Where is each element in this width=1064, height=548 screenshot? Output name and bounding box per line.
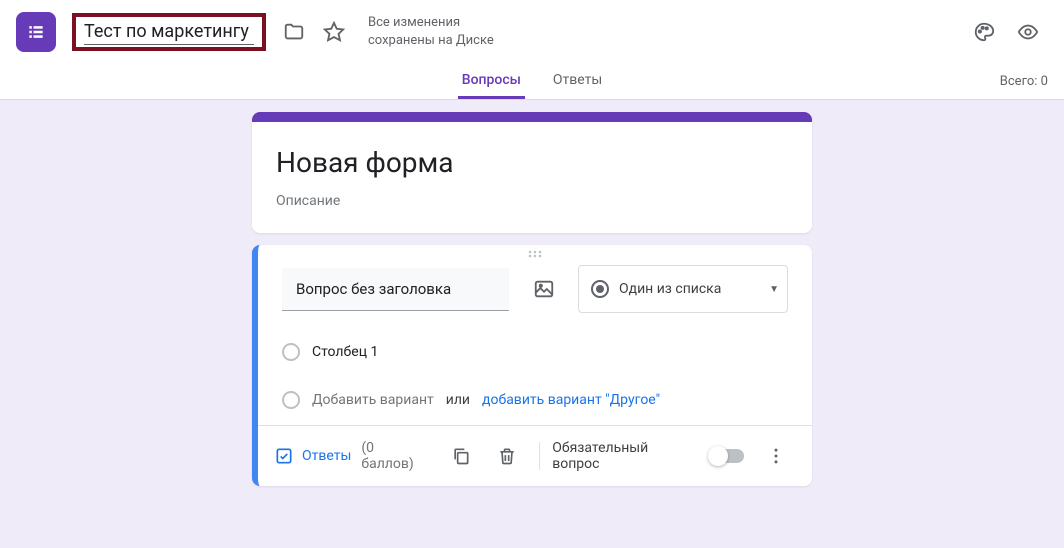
required-label: Обязательный вопрос	[552, 440, 698, 472]
folder-icon	[283, 21, 305, 43]
image-icon	[533, 278, 555, 300]
question-title-input[interactable]	[282, 268, 509, 311]
radio-circle-icon	[282, 343, 300, 361]
add-option-row: Добавить вариант или добавить вариант "Д…	[282, 385, 788, 415]
required-switch[interactable]	[710, 449, 744, 463]
header: Все изменения сохранены на Диске	[0, 0, 1064, 64]
main: Новая форма Описание Один из списка ▼	[0, 100, 1064, 498]
tab-questions[interactable]: Вопросы	[458, 64, 525, 99]
answer-key-button[interactable]: Ответы	[274, 446, 351, 466]
preview-button[interactable]	[1008, 12, 1048, 52]
answer-key-label: Ответы	[302, 448, 351, 464]
drag-handle-icon	[523, 249, 547, 259]
drag-handle[interactable]	[258, 245, 812, 259]
tab-answers[interactable]: Ответы	[549, 64, 606, 99]
or-text: или	[446, 392, 470, 408]
star-icon	[323, 21, 345, 43]
trash-icon	[497, 446, 517, 466]
tabs: Вопросы Ответы	[458, 64, 607, 99]
form-description[interactable]: Описание	[276, 193, 788, 209]
tabs-row: Вопросы Ответы Всего: 0	[0, 64, 1064, 100]
options-list: Столбец 1 Добавить вариант или добавить …	[282, 337, 788, 415]
chevron-down-icon: ▼	[769, 284, 779, 295]
option-label[interactable]: Столбец 1	[312, 344, 378, 360]
question-header-row: Один из списка ▼	[282, 265, 788, 313]
add-other-button[interactable]: добавить вариант "Другое"	[482, 392, 660, 408]
eye-icon	[1017, 21, 1039, 43]
form-heading[interactable]: Новая форма	[276, 146, 788, 179]
palette-icon	[973, 21, 995, 43]
radio-icon	[591, 280, 609, 298]
checkbox-check-icon	[274, 446, 294, 466]
divider	[539, 442, 540, 470]
question-card: Один из списка ▼ Столбец 1 Добавить вари…	[252, 245, 812, 486]
add-option-button[interactable]: Добавить вариант	[312, 392, 434, 408]
total-score: Всего: 0	[1000, 74, 1048, 89]
more-vert-icon	[766, 446, 786, 466]
save-status: Все изменения сохранены на Диске	[368, 14, 528, 50]
radio-circle-icon	[282, 391, 300, 409]
delete-button[interactable]	[487, 436, 527, 476]
question-footer: Ответы (0 баллов) Обязательный вопрос	[258, 425, 812, 486]
more-options-button[interactable]	[756, 436, 796, 476]
customize-theme-button[interactable]	[964, 12, 1004, 52]
question-type-select[interactable]: Один из списка ▼	[578, 265, 788, 313]
option-row[interactable]: Столбец 1	[282, 337, 788, 367]
question-type-label: Один из списка	[619, 281, 721, 297]
move-to-folder-button[interactable]	[274, 12, 314, 52]
header-actions	[964, 12, 1048, 52]
forms-logo	[16, 12, 56, 52]
question-body: Один из списка ▼ Столбец 1 Добавить вари…	[258, 259, 812, 425]
star-button[interactable]	[314, 12, 354, 52]
form-title-highlight	[72, 13, 266, 51]
forms-logo-icon	[26, 22, 46, 42]
points-label: (0 баллов)	[361, 440, 429, 472]
add-image-button[interactable]	[525, 269, 562, 309]
copy-icon	[451, 446, 471, 466]
duplicate-button[interactable]	[442, 436, 482, 476]
form-title-card[interactable]: Новая форма Описание	[252, 112, 812, 233]
form-title-input[interactable]	[84, 19, 254, 45]
